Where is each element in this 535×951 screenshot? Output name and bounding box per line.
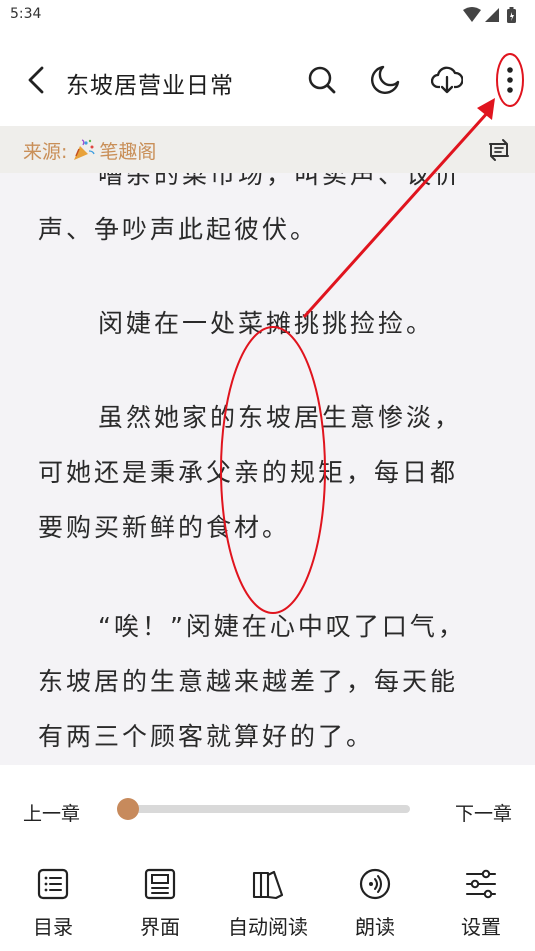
read-aloud-button[interactable]: 朗读 bbox=[325, 867, 425, 940]
toc-label: 目录 bbox=[33, 915, 73, 939]
text-line: 可她还是秉承父亲的规矩，每日都 bbox=[38, 458, 459, 487]
book-title: 东坡居营业日常 bbox=[66, 73, 234, 99]
speaker-icon bbox=[359, 868, 391, 900]
prev-chapter-button[interactable]: 上一章 bbox=[23, 799, 80, 826]
source-label: 来源: bbox=[23, 141, 68, 163]
source-name: 笔趣阁 bbox=[99, 141, 157, 163]
auto-read-button[interactable]: 自动阅读 bbox=[218, 867, 318, 940]
layout-icon bbox=[144, 868, 176, 900]
reading-content[interactable]: 嘈杂的菜市场，叫卖声、议价 声、争吵声此起彼伏。 闵婕在一处菜摊挑挑捡捡。 虽然… bbox=[0, 173, 535, 765]
source-bar: 来源: 笔趣阁 bbox=[0, 126, 535, 173]
bottom-toolbar: 目录 界面 自动阅读 朗读 设置 bbox=[0, 855, 535, 951]
read-aloud-label: 朗读 bbox=[355, 915, 395, 939]
text-line: 嘈杂的菜市场，叫卖声、议价 bbox=[98, 173, 463, 189]
interface-button[interactable]: 界面 bbox=[110, 867, 210, 940]
status-icons bbox=[461, 6, 523, 30]
night-mode-icon[interactable] bbox=[369, 64, 401, 96]
status-time: 5:34 bbox=[10, 6, 42, 22]
text-line: 有两三个顾客就算好的了。 bbox=[38, 722, 375, 751]
text-line: 要购买新鲜的食材。 bbox=[38, 513, 291, 542]
progress-thumb[interactable] bbox=[117, 798, 139, 820]
toc-button[interactable]: 目录 bbox=[3, 867, 103, 940]
back-arrow-icon[interactable] bbox=[22, 64, 52, 96]
text-line: 虽然她家的东坡居生意惨淡， bbox=[98, 403, 463, 432]
signal-battery-icon bbox=[463, 7, 516, 23]
interface-label: 界面 bbox=[140, 915, 180, 939]
chapter-progress-bar: 上一章 下一章 bbox=[0, 765, 535, 855]
progress-track[interactable] bbox=[118, 805, 410, 813]
text-line: 闵婕在一处菜摊挑挑捡捡。 bbox=[98, 309, 435, 338]
top-bar: 东坡居营业日常 bbox=[0, 34, 535, 126]
settings-label: 设置 bbox=[461, 915, 501, 939]
sliders-icon bbox=[465, 869, 497, 899]
list-icon bbox=[37, 868, 69, 900]
search-icon[interactable] bbox=[306, 64, 338, 96]
text-line: 东坡居的生意越来越差了，每天能 bbox=[38, 667, 459, 696]
auto-read-label: 自动阅读 bbox=[228, 915, 308, 939]
settings-button[interactable]: 设置 bbox=[431, 867, 531, 940]
book-icon bbox=[252, 870, 284, 900]
more-options-icon[interactable] bbox=[494, 64, 526, 96]
text-line: “唉！”闵婕在心中叹了口气， bbox=[98, 612, 466, 641]
status-bar: 5:34 bbox=[0, 0, 535, 34]
switch-source-icon[interactable] bbox=[485, 136, 513, 164]
source-info[interactable]: 来源: 笔趣阁 bbox=[23, 137, 156, 164]
text-line: 声、争吵声此起彼伏。 bbox=[38, 215, 319, 244]
next-chapter-button[interactable]: 下一章 bbox=[455, 799, 512, 826]
download-icon[interactable] bbox=[431, 64, 463, 96]
party-popper-icon bbox=[74, 139, 96, 160]
